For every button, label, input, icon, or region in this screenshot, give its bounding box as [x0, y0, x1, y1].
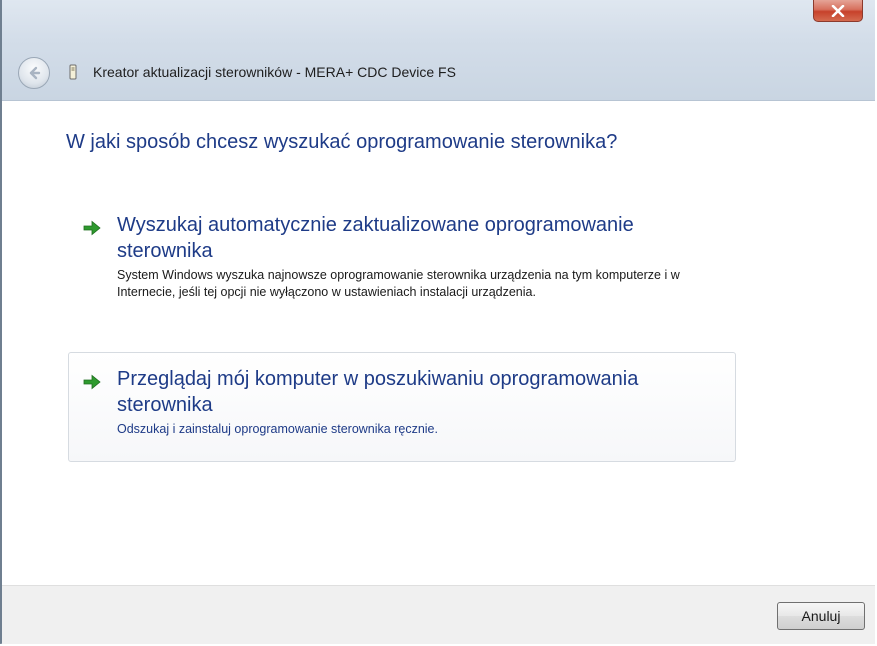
option-search-automatically[interactable]: Wyszukaj automatycznie zaktualizowane op… — [68, 207, 736, 347]
option-description: Odszukaj i zainstaluj oprogramowanie ste… — [117, 422, 438, 436]
option-title: Wyszukaj automatycznie zaktualizowane op… — [117, 214, 634, 262]
option-browse-computer[interactable]: Przeglądaj mój komputer w poszukiwaniu o… — [68, 352, 736, 462]
driver-update-wizard-window: Kreator aktualizacji sterowników - MERA+… — [0, 0, 875, 644]
title-bar: Kreator aktualizacji sterowników - MERA+… — [2, 0, 875, 101]
wizard-content: W jaki sposób chcesz wyszukać oprogramow… — [2, 101, 875, 585]
wizard-header: Kreator aktualizacji sterowników - MERA+… — [2, 54, 875, 98]
option-description: System Windows wyszuka najnowsze oprogra… — [117, 268, 680, 299]
green-arrow-icon — [83, 220, 101, 236]
back-button[interactable] — [18, 57, 50, 89]
back-arrow-icon — [29, 66, 41, 80]
close-button[interactable] — [813, 0, 863, 22]
green-arrow-icon — [83, 374, 101, 390]
usb-device-icon — [69, 64, 77, 80]
page-title: W jaki sposób chcesz wyszukać oprogramow… — [66, 131, 618, 153]
option-title: Przeglądaj mój komputer w poszukiwaniu o… — [117, 368, 639, 416]
close-icon — [831, 4, 845, 17]
footer-bar: Anuluj — [2, 585, 875, 644]
cancel-button[interactable]: Anuluj — [777, 602, 865, 630]
window-title: Kreator aktualizacji sterowników - MERA+… — [93, 64, 456, 80]
